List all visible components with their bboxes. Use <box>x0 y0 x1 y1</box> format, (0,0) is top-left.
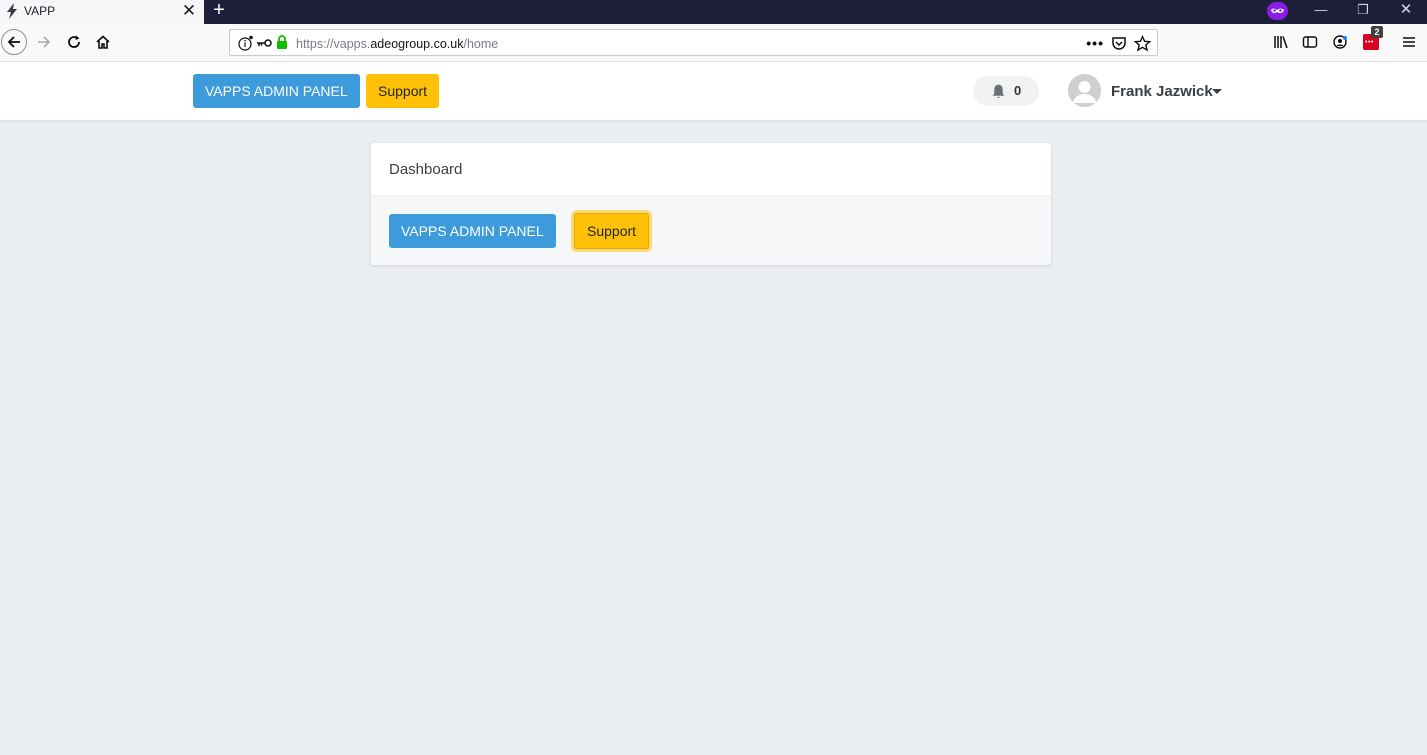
page-actions-icon[interactable]: ••• <box>1086 35 1104 51</box>
bell-icon <box>992 84 1005 98</box>
forward-icon[interactable] <box>32 30 56 54</box>
card-title: Dashboard <box>389 161 463 178</box>
header-support-button[interactable]: Support <box>366 74 440 108</box>
header-admin-panel-button[interactable]: VAPPS ADMIN PANEL <box>193 74 360 108</box>
lightning-icon <box>7 3 17 19</box>
new-tab-icon[interactable]: + <box>208 0 230 22</box>
menu-icon[interactable] <box>1397 30 1421 54</box>
url-path: /home <box>463 37 499 51</box>
tab-title: VAPP <box>24 4 56 18</box>
app-header: VAPPS ADMIN PANEL Support 0 Frank Jazwic… <box>0 62 1427 120</box>
account-icon[interactable] <box>1328 30 1352 54</box>
card-header: Dashboard <box>371 143 1051 195</box>
extension-icon[interactable]: ••• 2 <box>1359 26 1383 54</box>
private-browsing-icon <box>1267 2 1288 20</box>
library-icon[interactable] <box>1269 30 1293 54</box>
extension-badge: 2 <box>1371 26 1383 38</box>
avatar <box>1068 74 1101 107</box>
browser-nav-bar: https://vapps.adeogroup.co.uk/home ••• •… <box>0 24 1427 62</box>
caret-down-icon <box>1212 89 1222 94</box>
browser-tab-strip: VAPP ✕ + — ❐ ✕ <box>0 0 1427 24</box>
lock-icon <box>277 35 287 49</box>
site-info-icon[interactable] <box>237 34 255 52</box>
support-button[interactable]: Support <box>574 213 650 249</box>
url-text[interactable]: https://vapps.adeogroup.co.uk/home <box>296 37 498 51</box>
url-prefix: https://vapps. <box>296 37 371 51</box>
restore-icon[interactable]: ❐ <box>1350 0 1376 22</box>
bookmark-star-icon[interactable] <box>1134 34 1151 52</box>
user-name: Frank Jazwick <box>1111 83 1213 100</box>
admin-panel-button[interactable]: VAPPS ADMIN PANEL <box>389 214 556 248</box>
close-tab-icon[interactable]: ✕ <box>181 1 197 21</box>
minimize-icon[interactable]: — <box>1308 0 1334 22</box>
back-icon[interactable] <box>1 29 27 55</box>
notifications-button[interactable]: 0 <box>973 76 1039 106</box>
address-bar[interactable]: https://vapps.adeogroup.co.uk/home ••• <box>229 29 1158 56</box>
dashboard-card: Dashboard VAPPS ADMIN PANEL Support <box>371 143 1051 265</box>
card-body: VAPPS ADMIN PANEL Support <box>371 195 1051 265</box>
sidebar-icon[interactable] <box>1298 30 1322 54</box>
browser-tab[interactable]: VAPP ✕ <box>0 0 204 24</box>
reload-icon[interactable] <box>62 30 86 54</box>
pocket-icon[interactable] <box>1111 35 1127 51</box>
home-icon[interactable] <box>91 30 115 54</box>
key-icon[interactable] <box>256 38 272 48</box>
url-host: adeogroup.co.uk <box>370 37 464 51</box>
notifications-count: 0 <box>1014 83 1022 98</box>
close-window-icon[interactable]: ✕ <box>1393 0 1419 22</box>
